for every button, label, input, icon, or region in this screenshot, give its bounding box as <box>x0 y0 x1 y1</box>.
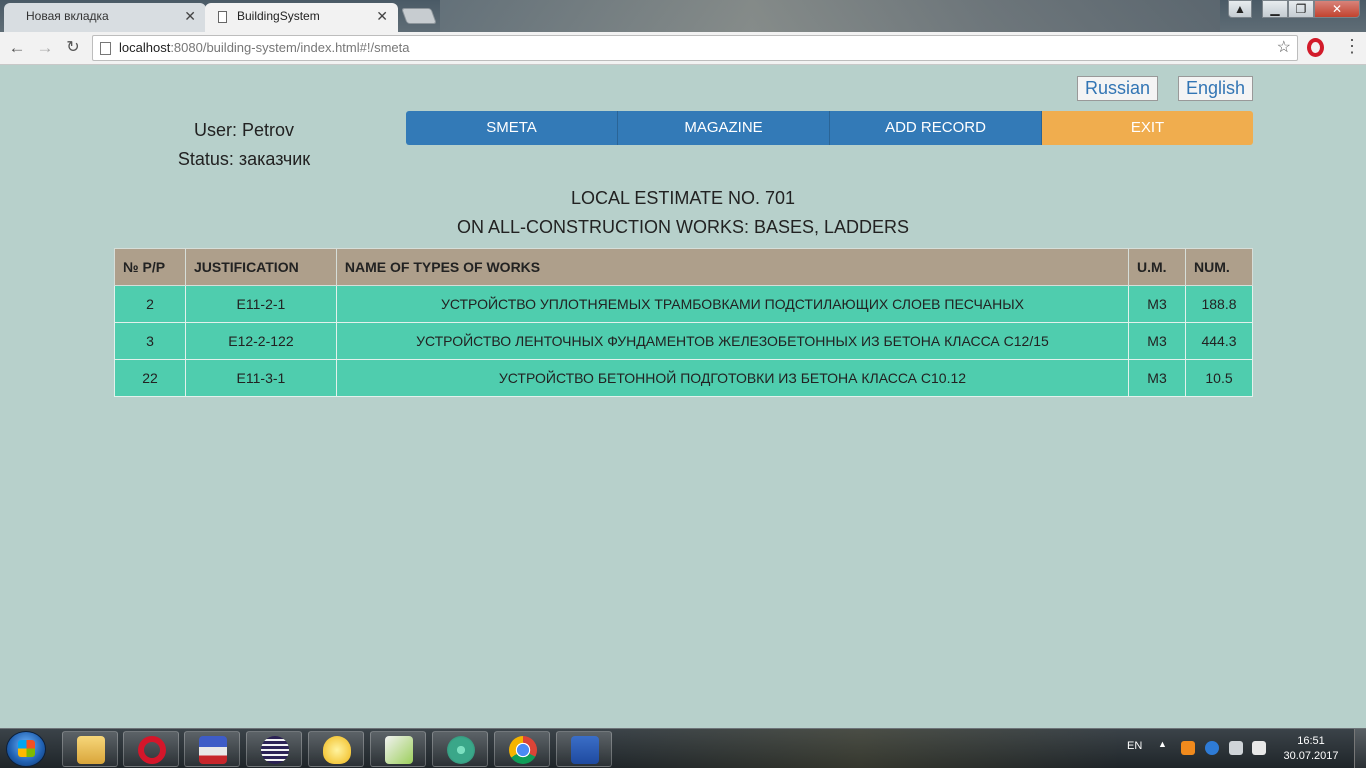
show-desktop-button[interactable] <box>1354 729 1366 768</box>
column-header: U.M. <box>1128 248 1186 286</box>
opera-extension-icon[interactable] <box>1307 38 1324 57</box>
start-button[interactable] <box>6 731 46 767</box>
cell-justification: Е12-2-122 <box>184 322 337 360</box>
url-text[interactable]: localhost:8080/building-system/index.htm… <box>119 36 410 60</box>
table-header-row: № P/P JUSTIFICATION NAME OF TYPES OF WOR… <box>114 248 1253 286</box>
reload-icon[interactable]: ↻ <box>62 37 84 59</box>
clock-date: 30.07.2017 <box>1283 750 1339 762</box>
nav-add-record-button[interactable]: ADD RECORD <box>830 111 1042 145</box>
tab-new-tab[interactable]: Новая вкладка ✕ <box>4 3 206 32</box>
page-info-icon[interactable] <box>100 42 111 55</box>
column-header: JUSTIFICATION <box>184 248 337 286</box>
minimize-button[interactable]: ▁ <box>1262 0 1288 18</box>
taskbar-idea[interactable] <box>308 731 364 767</box>
main-nav: SMETA MAGAZINE ADD RECORD EXIT <box>406 111 1253 145</box>
system-clock[interactable]: 16:51 30.07.2017 <box>1280 734 1342 764</box>
cell-quantity: 10.5 <box>1185 359 1253 397</box>
back-arrow-icon[interactable]: ← <box>6 37 28 59</box>
file-explorer-icon <box>77 736 105 764</box>
forward-arrow-icon[interactable]: → <box>34 37 56 59</box>
user-name: User: Petrov <box>193 120 295 140</box>
cell-unit: М3 <box>1128 285 1186 323</box>
windows-taskbar: EN ▲ 16:51 30.07.2017 <box>0 728 1366 768</box>
cell-work-name: УСТРОЙСТВО БЕТОННОЙ ПОДГОТОВКИ ИЗ БЕТОНА… <box>335 359 1130 397</box>
column-header: NAME OF TYPES OF WORKS <box>335 248 1130 286</box>
chrome-icon <box>509 736 537 764</box>
tab-buildingsystem[interactable]: BuildingSystem ✕ <box>205 3 398 32</box>
nav-smeta-button[interactable]: SMETA <box>406 111 618 145</box>
browser-menu-icon[interactable]: ⋮ <box>1343 36 1361 56</box>
network-icon[interactable] <box>1252 741 1266 755</box>
idea-bulb-icon <box>323 736 351 764</box>
word-icon <box>571 736 599 764</box>
opera-icon <box>138 736 166 764</box>
cell-number: 2 <box>114 285 186 323</box>
cell-unit: М3 <box>1128 359 1186 397</box>
taskbar-eclipse[interactable] <box>246 731 302 767</box>
taskbar-save-disk[interactable] <box>184 731 240 767</box>
atom-icon <box>447 736 475 764</box>
cell-justification: Е11-2-1 <box>184 285 337 323</box>
browser-toolbar: ← → ↻ localhost:8080/building-system/ind… <box>0 32 1366 65</box>
works-table: № P/P JUSTIFICATION NAME OF TYPES OF WOR… <box>114 248 1253 397</box>
browser-titlebar: Новая вкладка ✕ BuildingSystem ✕ ▲ ▁ ❐ ✕ <box>0 0 1366 32</box>
clock-time: 16:51 <box>1297 735 1325 747</box>
taskbar-chrome[interactable] <box>494 731 550 767</box>
notepad-icon <box>385 736 413 764</box>
cell-number: 3 <box>114 322 186 360</box>
table-row[interactable]: 2 Е11-2-1 УСТРОЙСТВО УПЛОТНЯЕМЫХ ТРАМБОВ… <box>114 285 1253 323</box>
estimate-subtitle: ON ALL-CONSTRUCTION WORKS: BASES, LADDER… <box>456 217 910 237</box>
windows-logo-icon <box>18 740 35 757</box>
taskbar-file-explorer[interactable] <box>62 731 118 767</box>
close-icon[interactable]: ✕ <box>376 3 388 30</box>
table-row[interactable]: 22 Е11-3-1 УСТРОЙСТВО БЕТОННОЙ ПОДГОТОВК… <box>114 359 1253 397</box>
language-english-button[interactable]: English <box>1178 76 1253 101</box>
close-window-button[interactable]: ✕ <box>1314 0 1360 18</box>
sync-icon[interactable] <box>1205 741 1219 755</box>
tab-label: Новая вкладка <box>26 9 109 23</box>
taskbar-atom[interactable] <box>432 731 488 767</box>
new-tab-button[interactable] <box>401 8 437 24</box>
taskbar-notepad[interactable] <box>370 731 426 767</box>
cell-work-name: УСТРОЙСТВО УПЛОТНЯЕМЫХ ТРАМБОВКАМИ ПОДСТ… <box>335 285 1130 323</box>
user-status: Status: заказчик <box>177 149 311 169</box>
cell-quantity: 188.8 <box>1185 285 1253 323</box>
nav-magazine-button[interactable]: MAGAZINE <box>618 111 830 145</box>
column-header: NUM. <box>1185 248 1253 286</box>
page-icon <box>218 11 227 23</box>
nav-exit-button[interactable]: EXIT <box>1042 111 1253 145</box>
cell-quantity: 444.3 <box>1185 322 1253 360</box>
save-disk-icon <box>199 736 227 764</box>
keyboard-language[interactable]: EN <box>1127 740 1142 752</box>
cell-work-name: УСТРОЙСТВО ЛЕНТОЧНЫХ ФУНДАМЕНТОВ ЖЕЛЕЗОБ… <box>335 322 1130 360</box>
table-row[interactable]: 3 Е12-2-122 УСТРОЙСТВО ЛЕНТОЧНЫХ ФУНДАМЕ… <box>114 322 1253 360</box>
cell-unit: М3 <box>1128 322 1186 360</box>
column-header: № P/P <box>114 248 186 286</box>
estimate-title: LOCAL ESTIMATE NO. 701 <box>570 188 796 208</box>
cell-justification: Е11-3-1 <box>184 359 337 397</box>
bookmark-star-icon[interactable]: ☆ <box>1277 36 1291 60</box>
eclipse-icon <box>261 736 289 764</box>
maximize-button[interactable]: ❐ <box>1288 0 1314 18</box>
show-hidden-icons[interactable]: ▲ <box>1158 739 1167 749</box>
avast-icon[interactable] <box>1181 741 1195 755</box>
language-russian-button[interactable]: Russian <box>1077 76 1158 101</box>
user-info: User: Petrov Status: заказчик <box>140 118 348 176</box>
taskbar-word[interactable] <box>556 731 612 767</box>
tab-label: BuildingSystem <box>237 9 320 23</box>
volume-icon[interactable] <box>1229 741 1243 755</box>
user-profile-icon[interactable]: ▲ <box>1228 0 1252 18</box>
cell-number: 22 <box>114 359 186 397</box>
close-icon[interactable]: ✕ <box>184 3 196 30</box>
taskbar-opera[interactable] <box>123 731 179 767</box>
address-bar[interactable]: localhost:8080/building-system/index.htm… <box>92 35 1298 61</box>
